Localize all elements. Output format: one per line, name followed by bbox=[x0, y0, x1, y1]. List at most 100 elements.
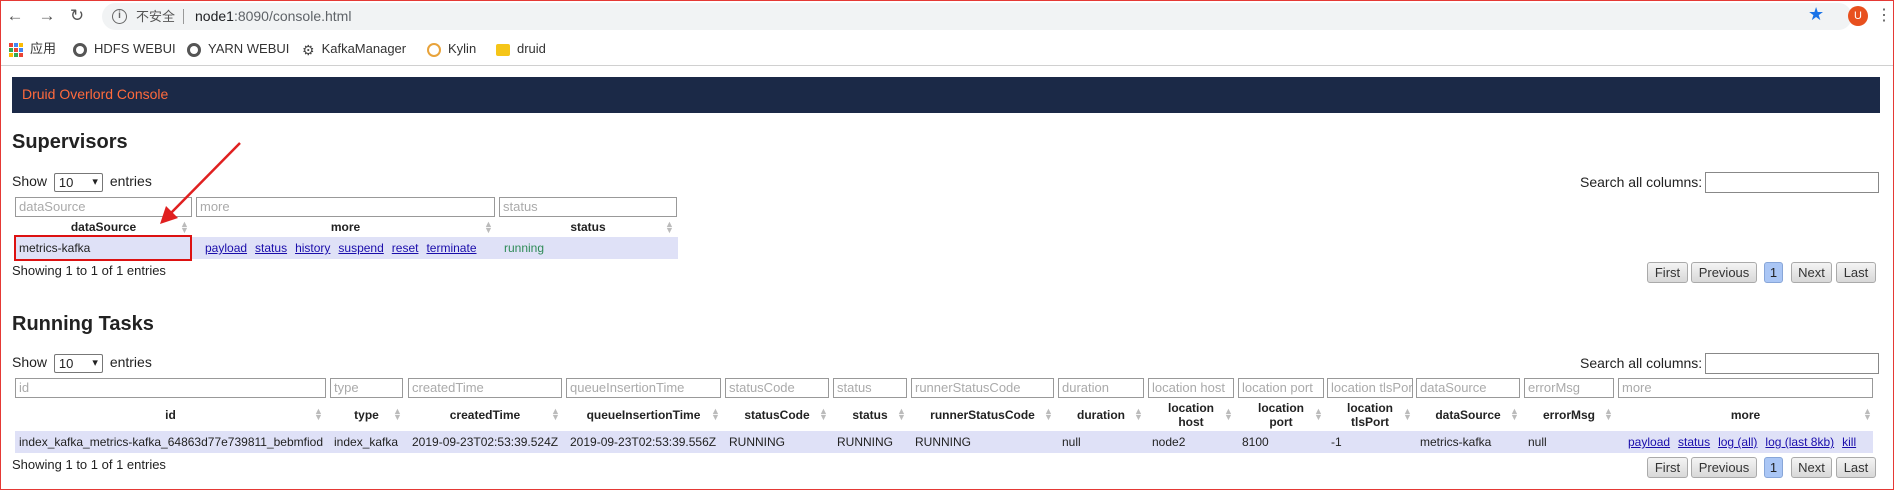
filter-id-input[interactable]: id bbox=[15, 378, 326, 398]
task-errormsg-cell: null bbox=[1528, 435, 1547, 449]
task-duration-cell: null bbox=[1062, 435, 1081, 449]
filter-more-input[interactable]: more bbox=[1618, 378, 1873, 398]
task-datasource-cell: metrics-kafka bbox=[1420, 435, 1492, 449]
sort-icon[interactable]: ▲ ▼ bbox=[1403, 407, 1412, 422]
filter-status-input[interactable]: status bbox=[499, 197, 677, 217]
filter-createdtime-input[interactable]: createdTime bbox=[408, 378, 562, 398]
sort-icon[interactable]: ▲ ▼ bbox=[665, 220, 674, 235]
show-label: Show bbox=[12, 354, 48, 371]
sort-icon[interactable]: ▲ ▼ bbox=[1044, 407, 1053, 422]
column-header-queueinsertiontime[interactable]: queueInsertionTime bbox=[566, 408, 721, 422]
pager-last-button[interactable]: Last bbox=[1836, 262, 1876, 283]
filter-errormsg-input[interactable]: errorMsg bbox=[1524, 378, 1614, 398]
sort-icon[interactable]: ▲ ▼ bbox=[1863, 407, 1872, 422]
column-header-status[interactable]: status bbox=[499, 220, 677, 234]
bookmark-kylin[interactable]: Kylin bbox=[427, 39, 476, 59]
filter-location-host-input[interactable]: location host bbox=[1148, 378, 1234, 398]
column-header-id[interactable]: id bbox=[15, 408, 326, 422]
sort-icon[interactable]: ▲ ▼ bbox=[1224, 407, 1233, 422]
sort-icon[interactable]: ▲ ▼ bbox=[1604, 407, 1613, 422]
reset-link[interactable]: reset bbox=[392, 241, 419, 255]
filter-datasource-input[interactable]: dataSource bbox=[1416, 378, 1520, 398]
row-status: running bbox=[504, 241, 545, 255]
profile-avatar[interactable]: U bbox=[1848, 6, 1868, 26]
address-bar[interactable]: i 不安全 node1:8090/console.html bbox=[102, 3, 1852, 30]
sort-icon[interactable]: ▲ ▼ bbox=[393, 407, 402, 422]
column-header-more[interactable]: more bbox=[1618, 408, 1873, 422]
pager-first-button[interactable]: First bbox=[1647, 457, 1688, 478]
history-link[interactable]: history bbox=[295, 241, 330, 255]
filter-statuscode-input[interactable]: statusCode bbox=[725, 378, 829, 398]
filter-location-port-input[interactable]: location port bbox=[1238, 378, 1324, 398]
column-header-location-tlsport[interactable]: location tlsPort bbox=[1327, 401, 1413, 429]
column-header-createdtime[interactable]: createdTime bbox=[408, 408, 562, 422]
status-link[interactable]: status bbox=[255, 241, 287, 255]
task-statuscode-cell: RUNNING bbox=[729, 435, 785, 449]
column-header-datasource[interactable]: dataSource bbox=[1416, 408, 1520, 422]
sort-icon[interactable]: ▲ ▼ bbox=[1314, 407, 1323, 422]
terminate-link[interactable]: terminate bbox=[426, 241, 476, 255]
search-input[interactable] bbox=[1705, 172, 1879, 193]
tasks-search: Search all columns: bbox=[1580, 353, 1879, 374]
bookmark-druid[interactable]: druid bbox=[496, 39, 546, 59]
filter-status-input[interactable]: status bbox=[833, 378, 907, 398]
search-input[interactable] bbox=[1705, 353, 1879, 374]
task-actions: payload status log (all) log (last 8kb) kill bbox=[1628, 434, 1864, 450]
filter-duration-input[interactable]: duration bbox=[1058, 378, 1144, 398]
log-last-8kb-link[interactable]: log (last 8kb) bbox=[1765, 435, 1834, 449]
filter-runnerstatuscode-input[interactable]: runnerStatusCode bbox=[911, 378, 1054, 398]
search-label: Search all columns: bbox=[1580, 174, 1703, 190]
sort-icon[interactable]: ▲ ▼ bbox=[484, 220, 493, 235]
entries-select[interactable]: 10 bbox=[53, 354, 103, 373]
sort-icon[interactable]: ▲ ▼ bbox=[897, 407, 906, 422]
supervisors-info: Showing 1 to 1 of 1 entries bbox=[12, 263, 166, 278]
column-header-errormsg[interactable]: errorMsg bbox=[1524, 408, 1614, 422]
row-actions: payload status history suspend reset terminat… bbox=[205, 240, 485, 256]
bookmark-label: druid bbox=[517, 41, 546, 56]
bookmark-star-icon[interactable]: ★ bbox=[1808, 4, 1824, 25]
sort-icon[interactable]: ▲ ▼ bbox=[711, 407, 720, 422]
column-header-duration[interactable]: duration bbox=[1058, 408, 1144, 422]
filter-queueinsertiontime-input[interactable]: queueInsertionTime bbox=[566, 378, 721, 398]
kill-link[interactable]: kill bbox=[1842, 435, 1856, 449]
sort-icon[interactable]: ▲ ▼ bbox=[551, 407, 560, 422]
menu-dots-icon[interactable]: ⋮ bbox=[1876, 5, 1892, 27]
filter-type-input[interactable]: type bbox=[330, 378, 403, 398]
pager-next-button[interactable]: Next bbox=[1791, 262, 1832, 283]
task-createdtime-cell: 2019-09-23T02:53:39.524Z bbox=[412, 435, 559, 449]
suspend-link[interactable]: suspend bbox=[338, 241, 383, 255]
sort-icon[interactable]: ▲ ▼ bbox=[1134, 407, 1143, 422]
sort-icon[interactable]: ▲ ▼ bbox=[819, 407, 828, 422]
bookmarks-bar: 应用 HDFS WEBUI YARN WEBUI ⚙ KafkaManager K… bbox=[0, 35, 1894, 63]
folder-icon bbox=[496, 43, 510, 56]
task-location-port-cell: 8100 bbox=[1242, 435, 1269, 449]
pager-previous-button[interactable]: Previous bbox=[1691, 457, 1757, 478]
bookmark-kafkamanager[interactable]: ⚙ KafkaManager bbox=[302, 39, 406, 59]
console-banner: Druid Overlord Console bbox=[12, 77, 1880, 113]
sort-icon[interactable]: ▲ ▼ bbox=[314, 407, 323, 422]
status-link[interactable]: status bbox=[1678, 435, 1710, 449]
pager-previous-button[interactable]: Previous bbox=[1691, 262, 1757, 283]
filter-location-tlsport-input[interactable]: location tlsPort bbox=[1327, 378, 1413, 398]
task-location-host-cell: node2 bbox=[1152, 435, 1186, 449]
log-all-link[interactable]: log (all) bbox=[1718, 435, 1757, 449]
task-id-cell: index_kafka_metrics-kafka_64863d77e73981… bbox=[19, 435, 323, 449]
payload-link[interactable]: payload bbox=[205, 241, 247, 255]
sort-icon[interactable]: ▲ ▼ bbox=[1510, 407, 1519, 422]
pager-next-button[interactable]: Next bbox=[1791, 457, 1832, 478]
payload-link[interactable]: payload bbox=[1628, 435, 1670, 449]
column-header-location-port[interactable]: location port bbox=[1238, 401, 1324, 429]
pager-first-button[interactable]: First bbox=[1647, 262, 1688, 283]
pager-page-button[interactable]: 1 bbox=[1764, 262, 1783, 283]
kafka-icon: ⚙ bbox=[302, 41, 315, 58]
pager-last-button[interactable]: Last bbox=[1836, 457, 1876, 478]
pager-page-button[interactable]: 1 bbox=[1764, 457, 1783, 478]
column-header-runnerstatuscode[interactable]: runnerStatusCode bbox=[911, 408, 1054, 422]
column-header-status[interactable]: status bbox=[833, 408, 907, 422]
task-type-cell: index_kafka bbox=[334, 435, 399, 449]
column-header-location-host[interactable]: location host bbox=[1148, 401, 1234, 429]
task-location-tlsport-cell: -1 bbox=[1331, 435, 1342, 449]
browser-toolbar: ← → ↻ i 不安全 node1:8090/console.html ★ U … bbox=[0, 0, 1894, 33]
column-header-statuscode[interactable]: statusCode bbox=[725, 408, 829, 422]
annotation-arrow-icon bbox=[160, 142, 241, 224]
